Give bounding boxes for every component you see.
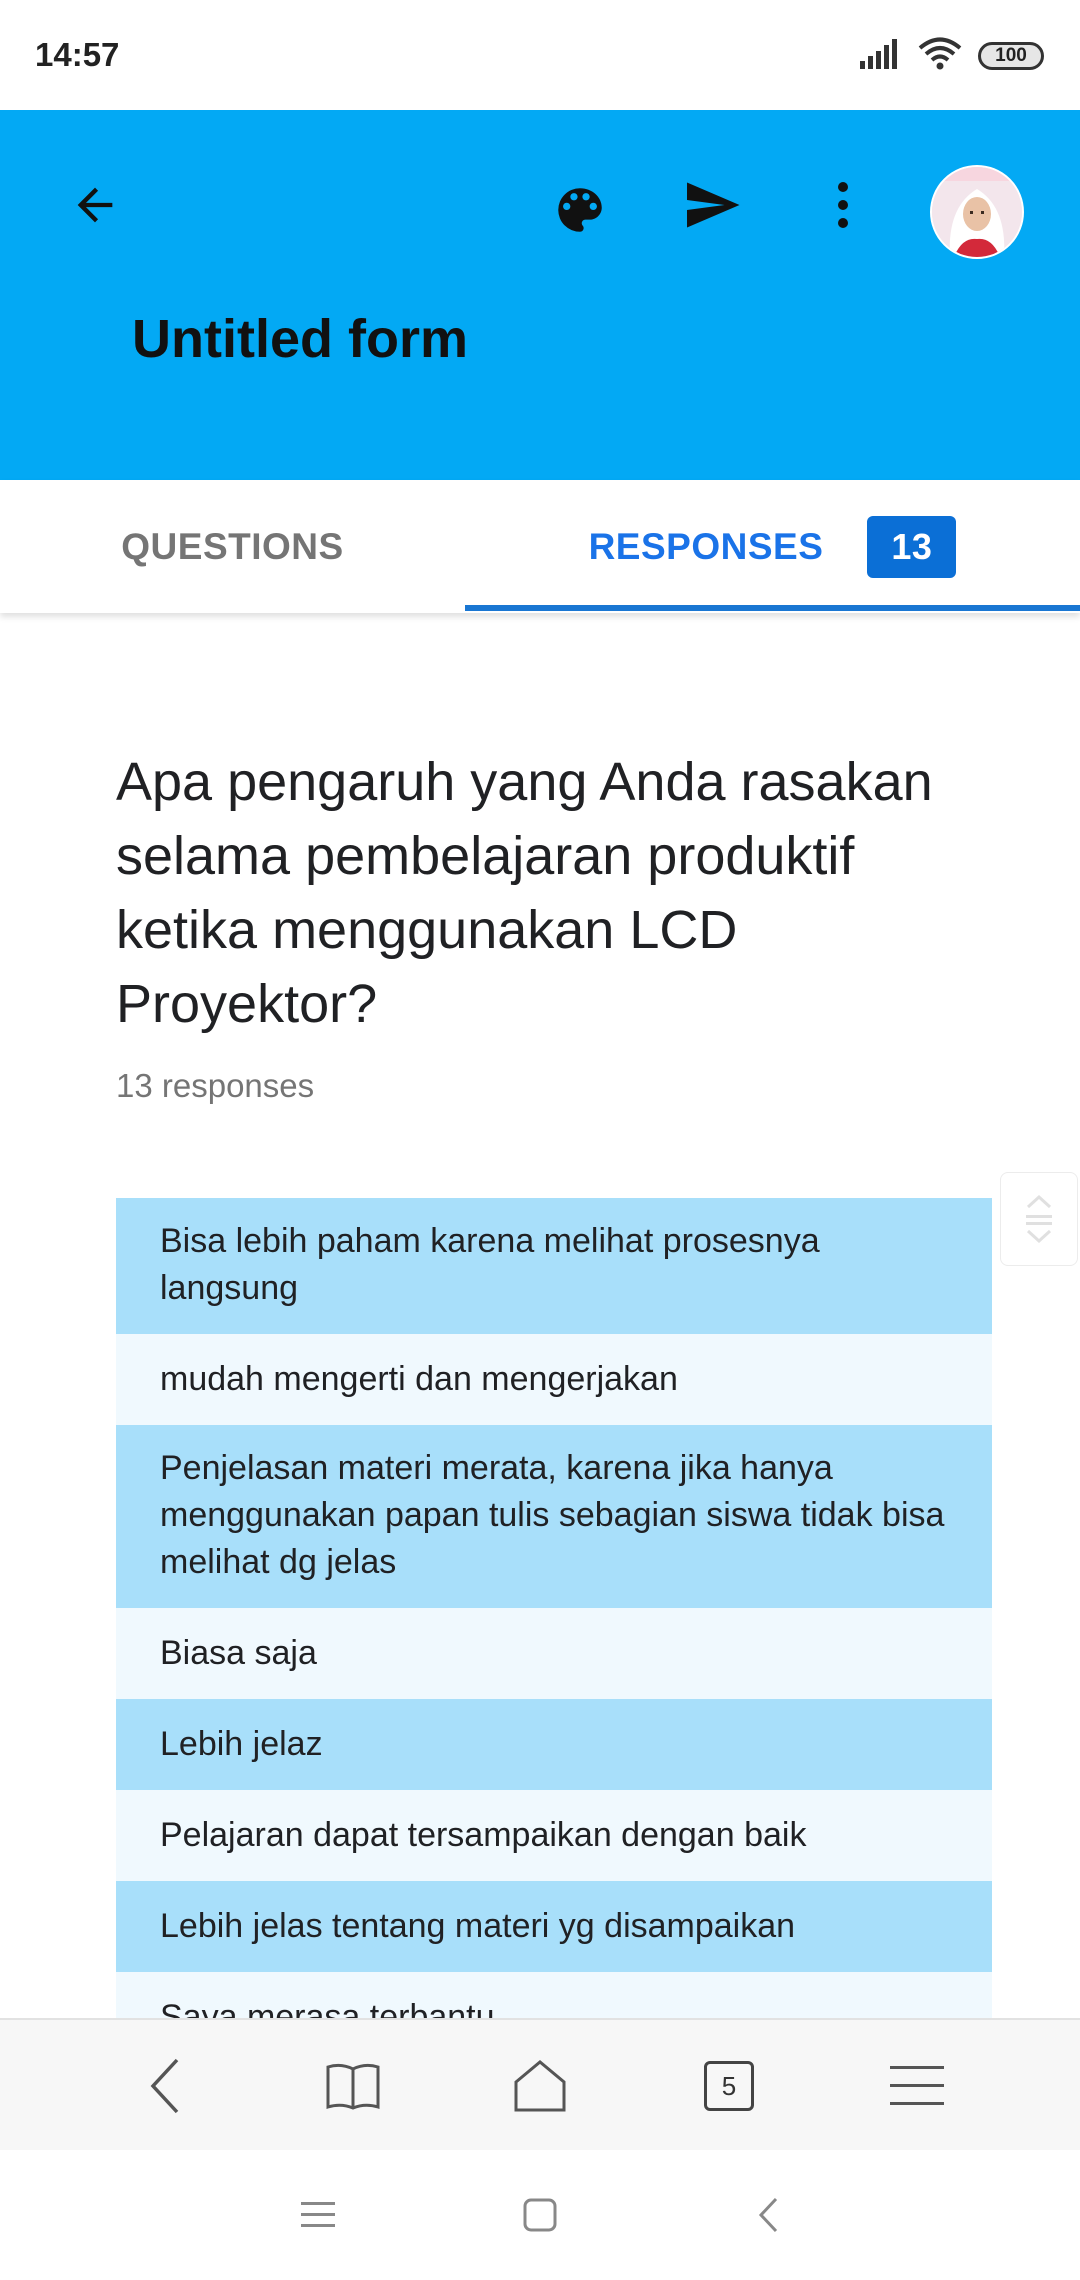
question-title: Apa pengaruh yang Anda rasakan selama pe… bbox=[116, 752, 933, 1034]
status-time: 14:57 bbox=[35, 36, 120, 73]
form-title: Untitled form bbox=[132, 309, 468, 369]
back-arrow-icon[interactable] bbox=[55, 165, 135, 245]
signal-icon bbox=[860, 38, 902, 74]
status-bar: 14:57 100 bbox=[0, 0, 1080, 110]
list-item: Biasa saja bbox=[116, 1608, 992, 1699]
wifi-icon bbox=[918, 37, 962, 76]
list-item: Saya merasa terbantu bbox=[116, 1972, 992, 2018]
tab-responses[interactable]: RESPONSES 13 bbox=[465, 480, 1080, 613]
status-icons: 100 bbox=[860, 36, 1044, 76]
responses-count-badge: 13 bbox=[867, 515, 957, 578]
list-item: mudah mengerti dan mengerjakan bbox=[116, 1334, 992, 1425]
tabs-icon[interactable]: 5 bbox=[664, 2020, 794, 2152]
list-item: Bisa lebih paham karena melihat prosesny… bbox=[116, 1198, 992, 1334]
system-nav-bar bbox=[0, 2150, 1080, 2280]
responses-list: Bisa lebih paham karena melihat prosesny… bbox=[116, 1198, 992, 2018]
tab-responses-label: RESPONSES bbox=[588, 525, 824, 567]
avatar[interactable] bbox=[930, 165, 1024, 259]
tab-bar: QUESTIONS RESPONSES 13 bbox=[0, 480, 1080, 613]
tab-count: 5 bbox=[704, 2061, 754, 2111]
list-item: Penjelasan materi merata, karena jika ha… bbox=[116, 1425, 992, 1608]
browser-toolbar: 5 bbox=[0, 2018, 1080, 2152]
battery-icon: 100 bbox=[978, 42, 1044, 70]
form-header: Untitled form bbox=[0, 110, 1080, 480]
list-item: Lebih jelas tentang materi yg disampaika… bbox=[116, 1881, 992, 1972]
back-icon[interactable] bbox=[100, 2020, 230, 2152]
home-square-icon[interactable] bbox=[480, 2150, 600, 2280]
book-icon[interactable] bbox=[288, 2020, 418, 2152]
palette-icon[interactable] bbox=[540, 170, 620, 250]
tab-indicator bbox=[465, 605, 1080, 611]
back-chevron-icon[interactable] bbox=[708, 2150, 828, 2280]
tab-questions[interactable]: QUESTIONS bbox=[0, 480, 465, 613]
fast-scroll-handle[interactable] bbox=[1000, 1172, 1078, 1266]
more-vert-icon[interactable] bbox=[803, 165, 883, 245]
home-icon[interactable] bbox=[475, 2020, 605, 2152]
recents-icon[interactable] bbox=[258, 2150, 378, 2280]
list-item: Lebih jelaz bbox=[116, 1699, 992, 1790]
send-icon[interactable] bbox=[672, 165, 752, 245]
responses-count-text: 13 responses bbox=[116, 1067, 315, 1104]
menu-icon[interactable] bbox=[852, 2020, 982, 2152]
tab-questions-label: QUESTIONS bbox=[121, 525, 344, 567]
list-item: Pelajaran dapat tersampaikan dengan baik bbox=[116, 1790, 992, 1881]
